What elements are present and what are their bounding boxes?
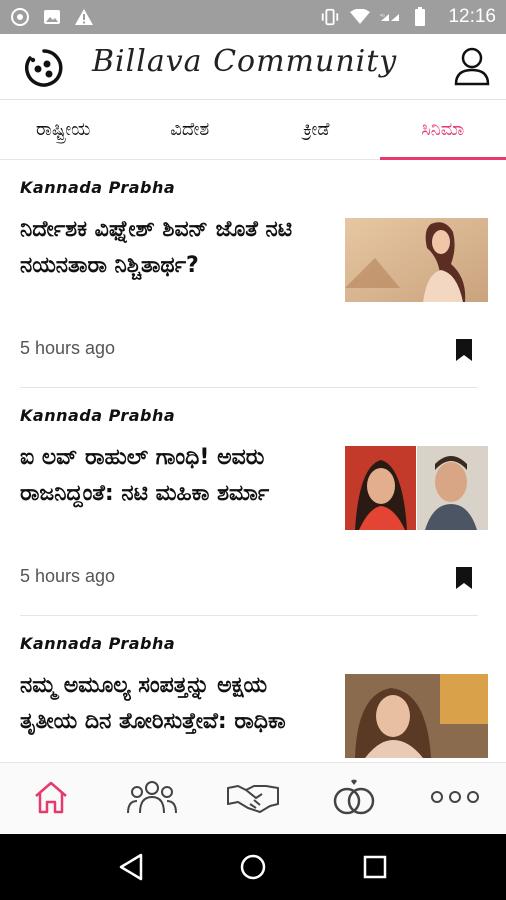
tab-national[interactable]: ರಾಷ್ಟ್ರೀಯ [0,100,127,159]
app-header: Billava Community [0,34,506,100]
news-thumbnail[interactable] [345,446,488,530]
person-icon[interactable] [454,46,490,86]
news-card[interactable]: Kannada Prabha ಐ ಲವ್ ರಾಹುಲ್ ಗಾಂಧಿ! ಅವರು … [0,388,506,616]
news-headline[interactable]: ನಮ್ಮ ಅಮೂಲ್ಯ ಸಂಪತ್ತನ್ನು ಅಕ್ಷಯ ತೃತೀಯ ದಿನ ತ… [20,668,320,740]
news-source: Kannada Prabha [20,406,176,425]
bookmark-icon[interactable] [454,338,474,362]
news-headline[interactable]: ಐ ಲವ್ ರಾಹುಲ್ ಗಾಂಧಿ! ಅವರು ರಾಜನಿದ್ದಂತೆ: ನಟ… [20,440,320,512]
battery-icon [410,7,430,27]
status-clock: 12:16 [448,6,496,27]
bookmark-icon[interactable] [454,566,474,590]
nav-community[interactable] [101,763,202,834]
news-card[interactable]: Kannada Prabha ನಿರ್ದೇಶಕ ವಿಘ್ನೇಶ್ ಶಿವನ್ ಜ… [0,160,506,388]
news-time: 5 hours ago [20,338,116,358]
recents-icon[interactable] [359,851,391,883]
wifi-icon [350,7,371,27]
rings-icon[interactable] [332,777,376,821]
bottom-nav [0,762,506,834]
vibrate-icon [320,7,340,27]
news-thumbnail[interactable] [345,674,488,758]
svg-text:4G: 4G [380,14,385,18]
news-time: 5 hours ago [20,566,116,586]
signal-icon: 4G [380,7,400,27]
news-headline[interactable]: ನಿರ್ದೇಶಕ ವಿಘ್ನೇಶ್ ಶಿವನ್ ಜೊತೆ ನಟಿ ನಯನತಾರಾ… [20,212,320,284]
more-icon[interactable] [430,789,480,808]
nav-more[interactable] [405,763,506,834]
warning-icon [74,7,94,27]
news-card[interactable]: Kannada Prabha ನಮ್ಮ ಅಮೂಲ್ಯ ಸಂಪತ್ತನ್ನು ಅಕ… [0,616,506,762]
news-feed[interactable]: Kannada Prabha ನಿರ್ದೇಶಕ ವಿಘ್ನೇಶ್ ಶಿವನ್ ಜ… [0,160,506,762]
tab-foreign[interactable]: ವಿದೇಶ [127,100,254,159]
home-button-icon[interactable] [237,851,269,883]
system-nav-bar [0,834,506,900]
nav-deals[interactable] [202,763,303,834]
tab-cinema[interactable]: ಸಿನಿಮಾ [379,100,506,160]
back-icon[interactable] [115,851,147,883]
nav-home[interactable] [0,763,101,834]
status-bar: 4G 12:16 [0,0,506,34]
chrome-icon [10,7,30,27]
category-tabs: ರಾಷ್ಟ್ರೀಯ ವಿದೇಶ ಕ್ರೀಡೆ ಸಿನಿಮಾ [0,100,506,160]
community-icon[interactable] [126,779,178,819]
nav-matrimony[interactable] [304,763,405,834]
community-logo-icon[interactable] [24,48,64,88]
home-icon[interactable] [33,779,69,819]
news-thumbnail[interactable] [345,218,488,302]
image-icon [42,7,62,27]
app-title: Billava Community [92,44,398,79]
news-source: Kannada Prabha [20,178,176,197]
handshake-icon[interactable] [226,780,280,818]
news-source: Kannada Prabha [20,634,176,653]
tab-sports[interactable]: ಕ್ರೀಡೆ [253,100,380,159]
